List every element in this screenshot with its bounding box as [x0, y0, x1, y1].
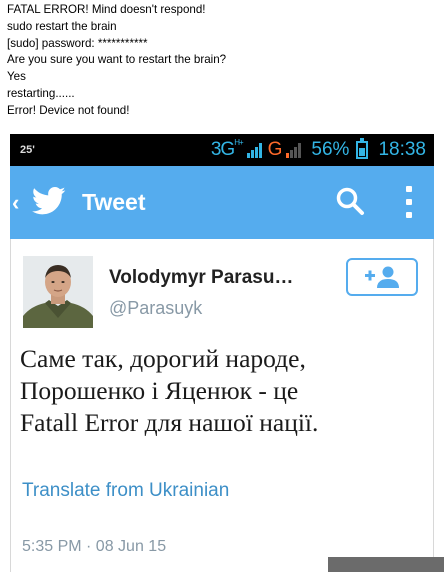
- tweet-text-line: Саме так, дорогий народе,: [20, 344, 306, 373]
- tweet-timestamp: 5:35 PM · 08 Jun 15: [22, 538, 167, 555]
- tweet-author-name[interactable]: Volodymyr Parasu…: [109, 267, 293, 289]
- clock-time: 18:38: [378, 139, 426, 160]
- corner-overlay: [328, 557, 444, 572]
- terminal-line: restarting......: [7, 86, 75, 100]
- terminal-output: FATAL ERROR! Mind doesn't respond! sudo …: [7, 2, 307, 120]
- terminal-line: [sudo] password: ***********: [7, 36, 148, 50]
- terminal-line: FATAL ERROR! Mind doesn't respond!: [7, 3, 206, 16]
- status-bar: 25' 3GH+ G 56% 18:38: [10, 134, 434, 166]
- avatar[interactable]: [23, 256, 93, 328]
- tweet-text: Саме так, дорогий народе, Порошенко і Яц…: [20, 343, 428, 439]
- terminal-line: sudo restart the brain: [7, 19, 117, 33]
- battery-icon: [356, 138, 369, 159]
- add-user-icon: [365, 266, 399, 288]
- terminal-line: Error! Device not found!: [7, 103, 130, 117]
- follow-button[interactable]: [346, 258, 418, 296]
- tweet-author-handle[interactable]: @Parasuyk: [109, 298, 202, 319]
- network-3g-label: 3GH+: [210, 138, 244, 160]
- overflow-menu-icon[interactable]: [405, 186, 413, 218]
- terminal-line: Are you sure you want to restart the bra…: [7, 53, 227, 67]
- battery-percent: 56%: [311, 139, 350, 160]
- twitter-bird-icon: [32, 186, 66, 215]
- notification-indicator: 25': [20, 144, 35, 156]
- terminal-line: Yes: [7, 70, 26, 84]
- tweet-text-line: Порошенко і Яценюк - це: [20, 376, 299, 405]
- app-bar: ‹ Tweet: [10, 166, 434, 239]
- network-g-label: G: [267, 139, 283, 160]
- tweet-text-line: Fatall Error для нашої нації.: [20, 408, 319, 437]
- app-bar-title: Tweet: [82, 189, 146, 215]
- signal-bars-icon: [246, 142, 262, 158]
- tweet-card: Volodymyr Parasu… @Parasuyk Саме так, до…: [10, 239, 434, 572]
- signal-bars-icon: [286, 142, 302, 158]
- back-icon[interactable]: ‹: [12, 190, 19, 216]
- translate-link[interactable]: Translate from Ukrainian: [22, 480, 229, 502]
- search-icon[interactable]: [335, 186, 365, 216]
